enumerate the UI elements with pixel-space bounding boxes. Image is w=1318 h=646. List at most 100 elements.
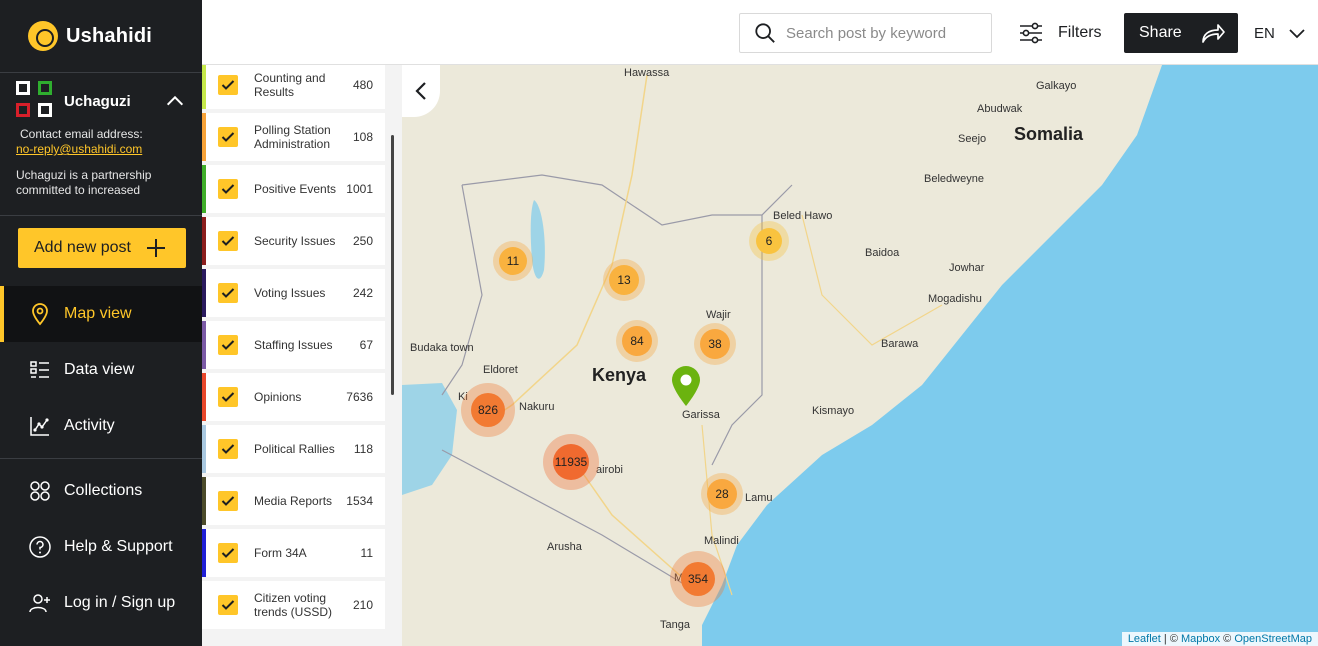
filters-sliders-icon bbox=[1020, 22, 1042, 44]
category-item[interactable]: Security Issues 250 bbox=[202, 217, 385, 265]
nav-item-help-support[interactable]: Help & Support bbox=[0, 519, 202, 575]
nav-item-login-signup[interactable]: Log in / Sign up bbox=[0, 575, 202, 631]
place-label: Barawa bbox=[881, 338, 919, 350]
category-count: 210 bbox=[352, 598, 373, 612]
category-list-scrollbar[interactable] bbox=[391, 135, 394, 395]
category-checkbox[interactable] bbox=[218, 75, 238, 95]
map-view[interactable]: Hawassa Galkayo Abudwak Seejo Somalia Be… bbox=[402, 65, 1318, 646]
category-label: Voting Issues bbox=[254, 286, 326, 300]
openstreetmap-link[interactable]: OpenStreetMap bbox=[1234, 633, 1312, 645]
map-cluster-count: 13 bbox=[609, 265, 639, 295]
category-checkbox[interactable] bbox=[218, 387, 238, 407]
map-cluster[interactable]: 11 bbox=[493, 241, 533, 281]
map-base-layer bbox=[402, 65, 1318, 646]
category-count: 1001 bbox=[346, 182, 373, 196]
category-checkbox[interactable] bbox=[218, 283, 238, 303]
category-color-bar bbox=[202, 373, 206, 421]
category-checkbox[interactable] bbox=[218, 127, 238, 147]
category-checkbox[interactable] bbox=[218, 335, 238, 355]
filters-button[interactable]: Filters bbox=[1018, 13, 1102, 53]
contact-email-link[interactable]: no-reply@ushahidi.com bbox=[16, 142, 186, 156]
place-label: Eldoret bbox=[483, 364, 518, 376]
map-cluster[interactable]: 38 bbox=[694, 323, 736, 365]
nav-item-collections[interactable]: Collections bbox=[0, 463, 202, 519]
place-label: Baidoa bbox=[865, 247, 900, 259]
chevron-left-icon bbox=[415, 82, 426, 100]
category-checkbox[interactable] bbox=[218, 179, 238, 199]
map-pin-marker-icon[interactable] bbox=[670, 365, 702, 407]
category-color-bar bbox=[202, 581, 206, 629]
category-label: Media Reports bbox=[254, 494, 333, 508]
category-item[interactable]: Polling Station Administration 108 bbox=[202, 113, 385, 161]
place-label: Beled Hawo bbox=[773, 210, 833, 222]
category-checkbox[interactable] bbox=[218, 439, 238, 459]
category-color-bar bbox=[202, 113, 206, 161]
category-color-bar bbox=[202, 529, 206, 577]
map-cluster[interactable]: 13 bbox=[603, 259, 645, 301]
check-icon bbox=[221, 288, 235, 298]
place-label: Budaka town bbox=[410, 342, 474, 354]
nav-item-activity[interactable]: Activity bbox=[0, 398, 202, 454]
check-icon bbox=[221, 236, 235, 246]
map-cluster[interactable]: 354 bbox=[670, 551, 726, 607]
map-cluster[interactable]: 11935 bbox=[543, 434, 599, 490]
place-label: Lamu bbox=[745, 492, 773, 504]
category-item[interactable]: Staffing Issues 67 bbox=[202, 321, 385, 369]
place-label: Nakuru bbox=[519, 401, 555, 413]
search-icon bbox=[755, 23, 775, 43]
category-item[interactable]: Political Rallies 118 bbox=[202, 425, 385, 473]
map-cluster[interactable]: 28 bbox=[701, 473, 743, 515]
map-cluster-count: 826 bbox=[471, 393, 505, 427]
deployment-name: Uchaguzi bbox=[64, 92, 131, 110]
category-item[interactable]: Counting and Results 480 bbox=[202, 65, 385, 109]
mapbox-link[interactable]: Mapbox bbox=[1181, 633, 1220, 645]
category-checkbox[interactable] bbox=[218, 543, 238, 563]
deployment-description: Uchaguzi is a partnership committed to i… bbox=[16, 168, 152, 197]
sidebar: Ushahidi Uchaguzi Contact email address:… bbox=[0, 0, 202, 646]
plus-icon bbox=[147, 239, 165, 257]
map-cluster[interactable]: 6 bbox=[749, 221, 789, 261]
category-item[interactable]: Media Reports 1534 bbox=[202, 477, 385, 525]
leaflet-link[interactable]: Leaflet bbox=[1128, 633, 1161, 645]
place-label: airobi bbox=[596, 464, 623, 476]
check-icon bbox=[221, 600, 235, 610]
place-label: Seejo bbox=[958, 133, 987, 145]
category-item[interactable]: Positive Events 1001 bbox=[202, 165, 385, 213]
map-cluster[interactable]: 826 bbox=[461, 383, 515, 437]
share-label: Share bbox=[1139, 24, 1182, 41]
add-new-post-label: Add new post bbox=[34, 239, 131, 256]
map-cluster-count: 11935 bbox=[553, 444, 589, 480]
map-cluster[interactable]: 84 bbox=[616, 320, 658, 362]
chevron-up-icon[interactable] bbox=[164, 90, 186, 112]
category-item[interactable]: Voting Issues 242 bbox=[202, 269, 385, 317]
deployment-logo-icon bbox=[16, 81, 56, 121]
place-label: Kismayo bbox=[812, 405, 855, 417]
category-filter-list: Counting and Results 480 Polling Station A… bbox=[202, 65, 402, 646]
nav-label-data-view: Data view bbox=[64, 361, 135, 378]
check-icon bbox=[221, 132, 235, 142]
share-button[interactable]: Share bbox=[1124, 13, 1238, 53]
category-label: Form 34A bbox=[254, 546, 307, 560]
nav-item-map-view[interactable]: Map view bbox=[0, 286, 202, 342]
category-item[interactable]: Form 34A 11 bbox=[202, 529, 385, 577]
language-label: EN bbox=[1254, 24, 1275, 42]
brand-name: Ushahidi bbox=[66, 24, 153, 47]
map-pin-icon bbox=[32, 303, 48, 326]
category-checkbox[interactable] bbox=[218, 231, 238, 251]
category-item[interactable]: Opinions 7636 bbox=[202, 373, 385, 421]
language-selector[interactable]: EN bbox=[1254, 13, 1305, 53]
search-input[interactable] bbox=[786, 24, 976, 42]
place-label: Wajir bbox=[706, 309, 731, 321]
country-label-kenya: Kenya bbox=[592, 365, 647, 385]
map-attribution: Leaflet | © Mapbox © OpenStreetMap bbox=[1121, 632, 1318, 646]
map-cluster-count: 38 bbox=[700, 329, 730, 359]
list-icon bbox=[30, 361, 49, 378]
nav-divider bbox=[0, 458, 202, 459]
search-box[interactable] bbox=[739, 13, 992, 53]
category-checkbox[interactable] bbox=[218, 491, 238, 511]
nav-item-data-view[interactable]: Data view bbox=[0, 342, 202, 398]
add-new-post-button[interactable]: Add new post bbox=[18, 228, 186, 268]
category-checkbox[interactable] bbox=[218, 595, 238, 615]
category-item[interactable]: Citizen voting trends (USSD) 210 bbox=[202, 581, 385, 629]
category-color-bar bbox=[202, 477, 206, 525]
